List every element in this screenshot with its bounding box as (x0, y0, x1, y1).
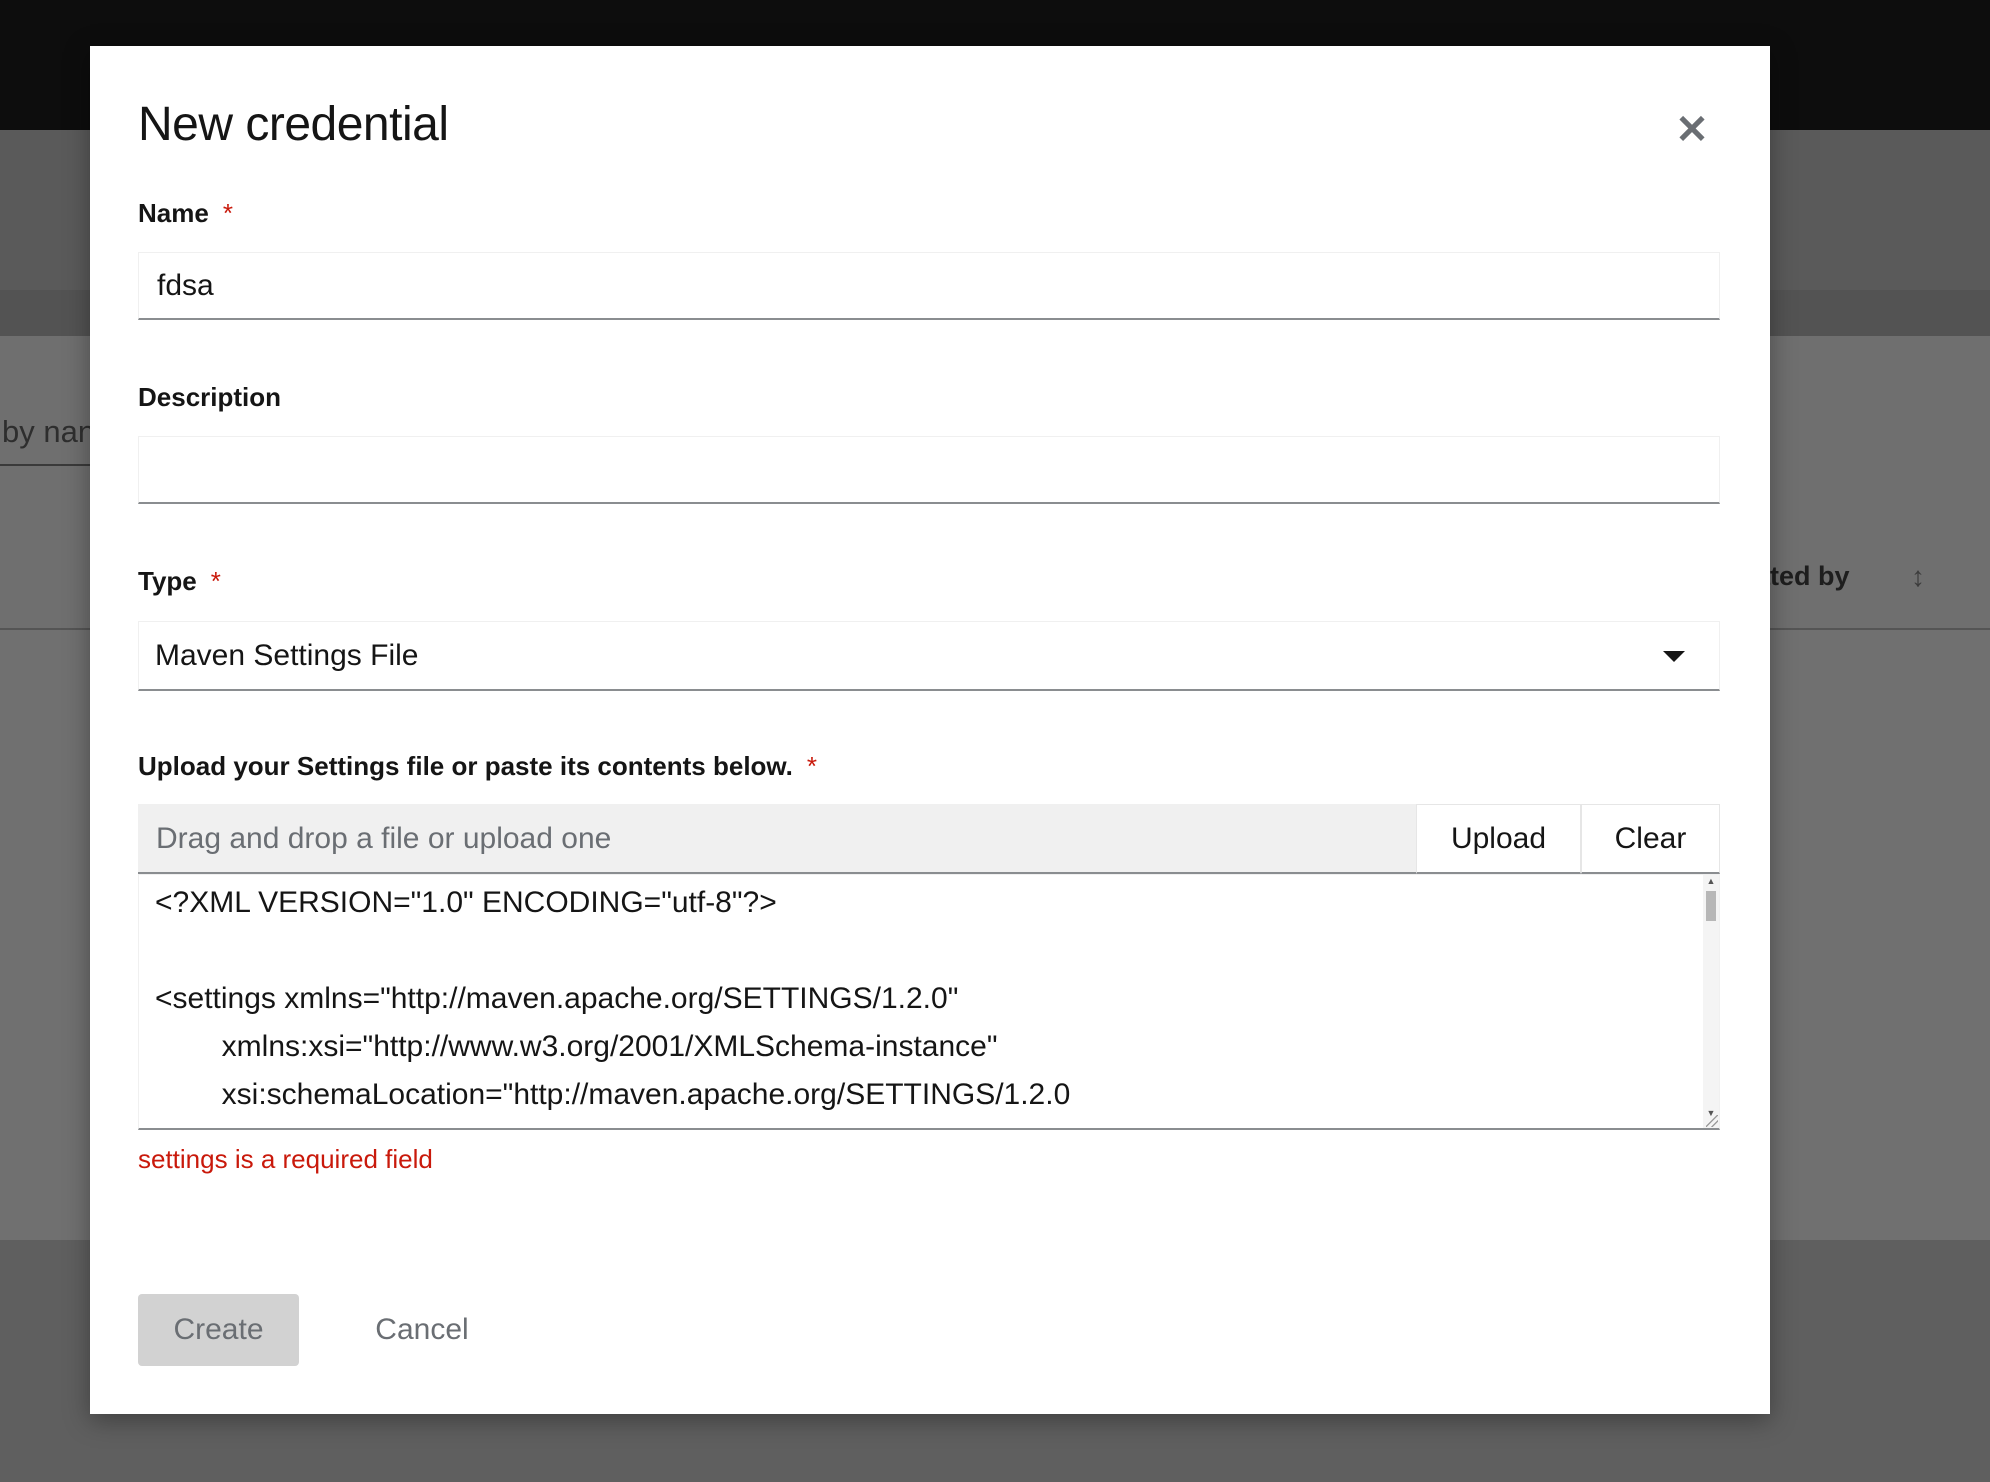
type-select-value: Maven Settings File (155, 639, 419, 672)
description-label: Description (138, 382, 282, 412)
new-credential-modal: New credential ✕ Name * fdsa Description … (90, 46, 1770, 1414)
settings-label-text: Upload your Settings file or paste its c… (138, 751, 793, 781)
file-upload: Drag and drop a file or upload one Uploa… (138, 804, 1720, 874)
settings-error-message: settings is a required field (138, 1144, 433, 1174)
settings-line: xsi:schemaLocation="http://maven.apache.… (155, 1078, 1071, 1111)
required-marker: * (222, 198, 233, 228)
name-input[interactable]: fdsa (138, 252, 1720, 320)
required-marker: * (806, 751, 818, 781)
sort-icon: ↕ (1911, 561, 1925, 592)
textarea-scrollbar[interactable]: ▲ ▼ (1703, 875, 1719, 1128)
settings-textarea[interactable]: <?XML VERSION="1.0" ENCODING="utf-8"?> <… (138, 874, 1720, 1130)
type-label-text: Type (138, 566, 197, 596)
settings-line: <settings xmlns="http://maven.apache.org… (155, 982, 959, 1015)
name-label-text: Name (138, 198, 209, 228)
caret-down-icon (1663, 651, 1685, 662)
file-drop-zone[interactable]: Drag and drop a file or upload one (138, 804, 1416, 874)
modal-title: New credential (138, 98, 449, 151)
create-button[interactable]: Create (138, 1294, 299, 1366)
clear-button[interactable]: Clear (1581, 804, 1720, 874)
settings-label: Upload your Settings file or paste its c… (138, 749, 817, 783)
type-label: Type * (138, 564, 221, 598)
upload-button[interactable]: Upload (1416, 804, 1581, 874)
settings-line: <?XML VERSION="1.0" ENCODING="utf-8"?> (155, 886, 777, 919)
description-input[interactable] (138, 436, 1720, 504)
settings-line: xmlns:xsi="http://www.w3.org/2001/XMLSch… (155, 1030, 998, 1063)
scroll-up-icon[interactable]: ▲ (1703, 875, 1719, 887)
cancel-button[interactable]: Cancel (352, 1294, 492, 1366)
type-select[interactable]: Maven Settings File (138, 621, 1720, 691)
resize-handle-icon[interactable] (1706, 1115, 1718, 1127)
required-marker: * (210, 566, 221, 596)
scrollbar-thumb[interactable] (1706, 891, 1716, 921)
close-icon[interactable]: ✕ (1670, 108, 1714, 152)
name-label: Name * (138, 196, 233, 230)
filter-input: by nan (0, 400, 94, 466)
